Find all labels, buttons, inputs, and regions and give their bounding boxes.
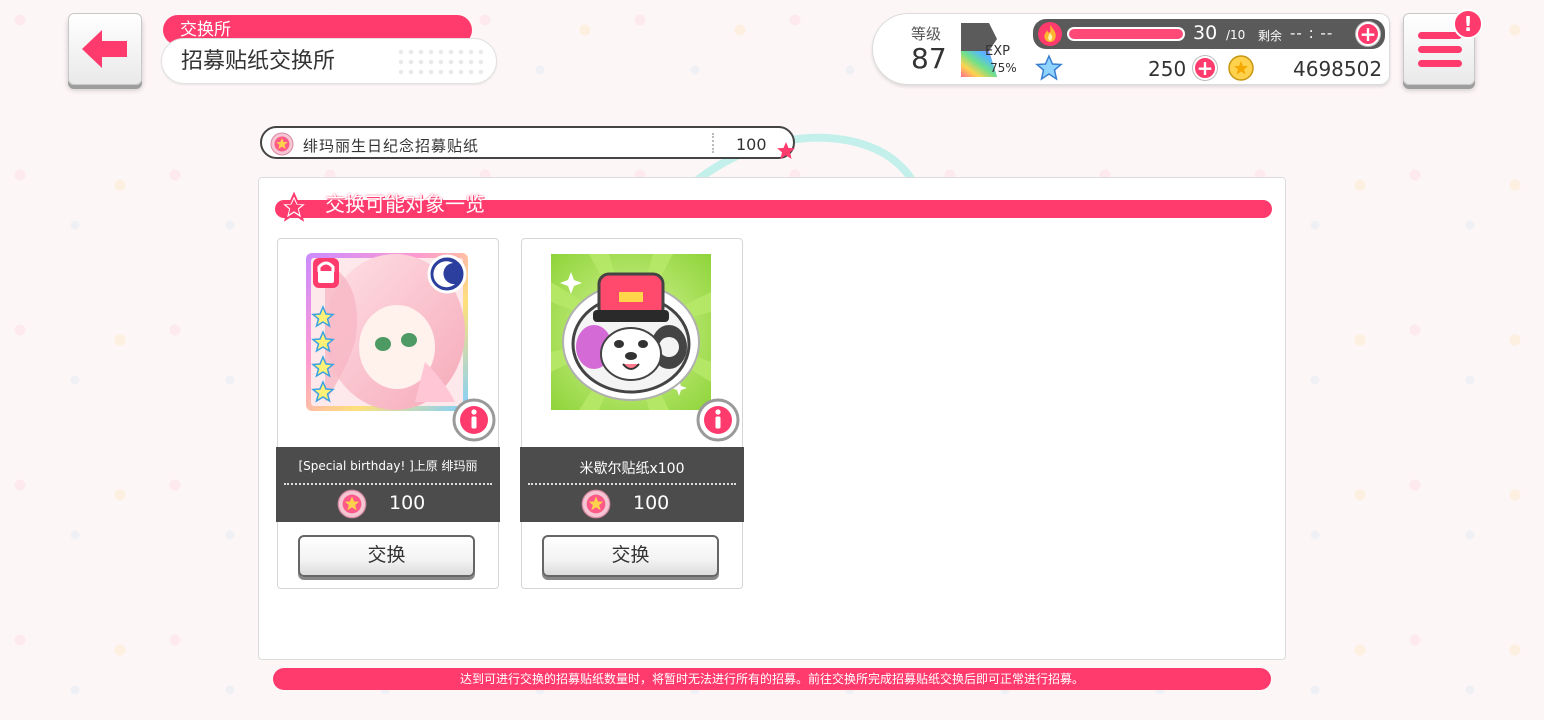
star-icon: [1035, 54, 1063, 81]
divider: [712, 133, 714, 153]
exp-percent: 75%: [990, 61, 1017, 75]
player-status-panel: 等级 87 EXP 75% 30 /10 剩余 -- : -- + 250 + …: [872, 13, 1390, 85]
stamina-gauge: [1067, 27, 1185, 41]
sticker-balance-bar: 绯玛丽生日纪念招募贴纸 100: [260, 126, 795, 159]
divider: [528, 483, 736, 485]
star-gem-count: 250: [1148, 57, 1187, 81]
sticker-name: 绯玛丽生日纪念招募贴纸: [303, 137, 480, 155]
divider: [284, 483, 492, 485]
exchange-item-card: [Special birthday! ]上原 绯玛丽 100 交换: [276, 238, 500, 589]
flame-icon: [1038, 22, 1062, 46]
level-label: 等级: [911, 25, 942, 43]
remaining-label: 剩余: [1258, 29, 1283, 43]
exchange-button[interactable]: 交换: [298, 535, 475, 577]
star-icon: [279, 192, 309, 222]
item-cost: 100: [633, 492, 670, 514]
sticker-icon: [270, 132, 294, 156]
stamina-value: 30: [1193, 22, 1218, 44]
star-plus-button[interactable]: +: [1193, 56, 1217, 80]
item-name: [Special birthday! ]上原 绯玛丽: [298, 459, 478, 473]
back-arrow-icon: [82, 30, 127, 68]
michelle-sticker-image[interactable]: [549, 252, 713, 412]
stamina-bar: 30 /10 剩余 -- : -- +: [1033, 19, 1385, 49]
plus-icon: +: [1196, 56, 1214, 80]
coin-icon: [1228, 55, 1254, 81]
exchange-item-card: 米歇尔贴纸x100 100 交换: [520, 238, 744, 589]
section-title: 交换可能对象一览: [325, 192, 485, 216]
exp-label: EXP: [985, 44, 1010, 59]
sticker-count: 100: [736, 135, 767, 154]
item-cost: 100: [389, 492, 426, 514]
alert-badge-icon: !: [1453, 9, 1483, 39]
remaining-time: -- : --: [1290, 24, 1334, 42]
star-icon: [777, 142, 795, 159]
stamina-plus-button[interactable]: +: [1356, 22, 1380, 46]
sticker-icon: [337, 489, 367, 519]
info-icon[interactable]: [452, 398, 496, 442]
exchange-list-panel: 交换可能对象一览 [Special birthday!]上原 绯玛丽 100 …: [258, 177, 1286, 660]
item-info-band: [Special birthday! ]上原 绯玛丽 100: [276, 447, 500, 522]
character-card-image[interactable]: [305, 252, 469, 412]
item-info-band: 米歇尔贴纸x100 100: [520, 447, 744, 522]
level-value: 87: [911, 42, 947, 75]
plus-icon: +: [1359, 22, 1377, 46]
sticker-icon: [581, 489, 611, 519]
item-name: 米歇尔贴纸x100: [579, 461, 685, 477]
back-button[interactable]: [68, 13, 142, 85]
section-header: 交换可能对象一览: [275, 192, 1272, 222]
exchange-button[interactable]: 交换: [542, 535, 719, 577]
notice-bar: 达到可进行交换的招募贴纸数量时，将暂时无法进行所有的招募。前往交换所完成招募贴纸…: [273, 668, 1271, 690]
stamina-max: /10: [1226, 28, 1246, 42]
page-title: 招募贴纸交换所: [161, 38, 497, 84]
coin-count: 4698502: [1293, 57, 1383, 81]
info-icon[interactable]: [696, 398, 740, 442]
